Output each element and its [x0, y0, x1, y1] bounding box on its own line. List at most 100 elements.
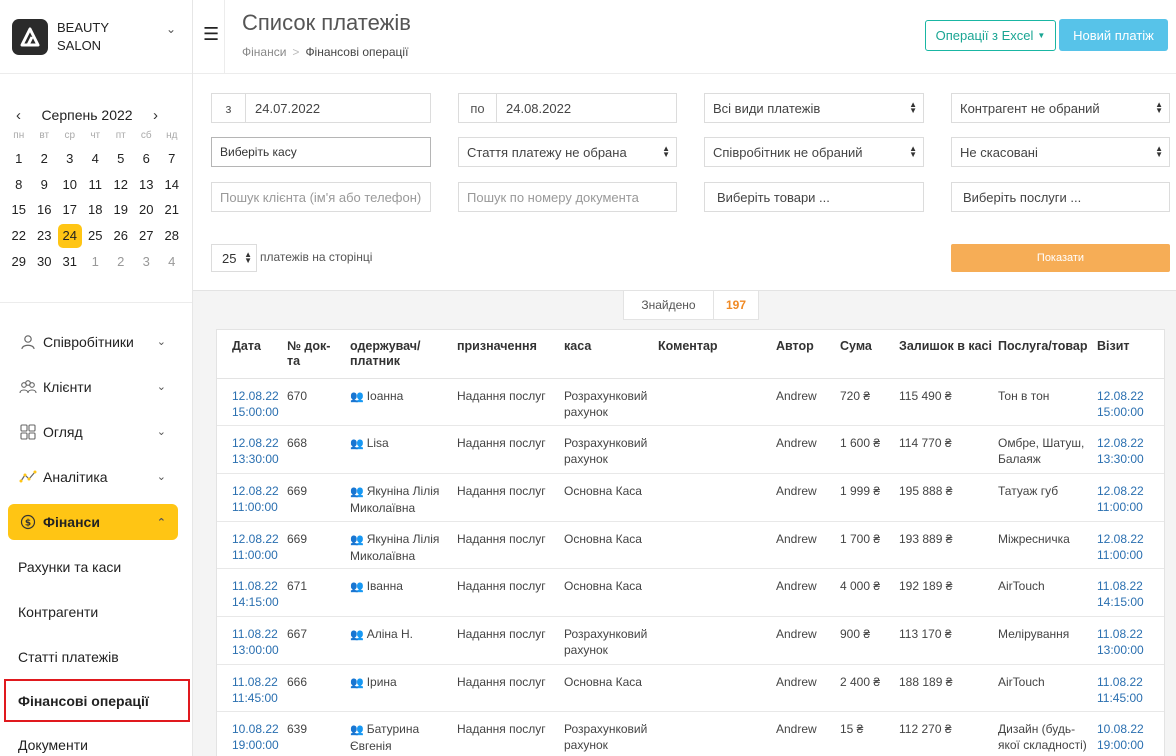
calendar-day[interactable]: 4: [159, 249, 185, 275]
services-select[interactable]: Виберіть послуги ...: [951, 182, 1170, 212]
calendar-day[interactable]: 3: [134, 249, 160, 275]
calendar-next-icon[interactable]: ›: [153, 107, 158, 124]
menu-item-clients[interactable]: Клієнти ⌄: [0, 364, 192, 409]
col-purpose[interactable]: призначення: [450, 330, 557, 379]
cell-visit[interactable]: 11.08.22 14:15:00: [1091, 568, 1164, 617]
calendar-day[interactable]: 6: [134, 146, 160, 172]
cell-visit[interactable]: 11.08.22 11:45:00: [1091, 664, 1164, 713]
calendar-day[interactable]: 5: [108, 146, 134, 172]
calendar-day[interactable]: 16: [32, 197, 58, 223]
show-button[interactable]: Показати: [951, 244, 1170, 272]
menu-item-finance[interactable]: $ Фінанси ⌃: [8, 504, 178, 540]
menu-toggle-icon[interactable]: ☰: [203, 24, 219, 45]
col-sum[interactable]: Сума: [834, 330, 893, 379]
cell-date[interactable]: 11.08.22 11:45:00: [217, 664, 278, 713]
calendar-day[interactable]: 10: [57, 172, 83, 198]
new-payment-button[interactable]: Новий платіж: [1059, 19, 1168, 51]
calendar-day[interactable]: 13: [134, 172, 160, 198]
calendar-day[interactable]: 4: [83, 146, 109, 172]
cashbox-select[interactable]: Виберіть касу: [211, 137, 431, 167]
menu-item-employees[interactable]: Співробітники ⌄: [0, 319, 192, 364]
calendar-day[interactable]: 27: [134, 223, 160, 249]
cell-visit[interactable]: 10.08.22 19:00:00: [1091, 711, 1164, 756]
col-payer[interactable]: одержувач/ платник: [335, 330, 450, 379]
menu-item-analytics[interactable]: Аналітика ⌄: [0, 454, 192, 499]
calendar-day[interactable]: 1: [6, 146, 32, 172]
table-row[interactable]: 10.08.22 19:00:00 639 👥 Батурина Євгенія Нада…: [217, 711, 1164, 756]
cell-visit[interactable]: 12.08.22 13:30:00: [1091, 425, 1164, 474]
cancelled-select[interactable]: Не скасовані ▲ ▼: [951, 137, 1170, 167]
col-balance[interactable]: Залишок в касі: [893, 330, 992, 379]
table-row[interactable]: 12.08.22 11:00:00 669 👥 Якуніна Лілія Микола…: [217, 473, 1164, 522]
chevron-down-icon[interactable]: ⌄: [166, 22, 176, 36]
client-search-input[interactable]: Пошук клієнта (ім'я або телефон): [211, 182, 431, 212]
cell-date[interactable]: 12.08.22 13:30:00: [217, 425, 279, 474]
employee-select[interactable]: Співробітник не обраний ▲ ▼: [704, 137, 924, 167]
col-service[interactable]: Послуга/товар: [992, 330, 1091, 379]
cell-date[interactable]: 12.08.22 11:00:00: [217, 521, 279, 570]
calendar-day[interactable]: 2: [32, 146, 58, 172]
calendar-prev-icon[interactable]: ‹: [16, 107, 21, 124]
submenu-articles[interactable]: Статті платежів: [0, 634, 192, 679]
calendar-day[interactable]: 14: [159, 172, 185, 198]
menu-item-overview[interactable]: Огляд ⌄: [0, 409, 192, 454]
calendar-day[interactable]: 19: [108, 197, 134, 223]
calendar-day[interactable]: 18: [83, 197, 109, 223]
payment-types-select[interactable]: Всі види платежів ▲ ▼: [704, 93, 924, 123]
calendar-day[interactable]: 30: [32, 249, 58, 275]
calendar-day[interactable]: 3: [57, 146, 83, 172]
table-row[interactable]: 12.08.22 13:30:00 668 👥 Lisa Надання послуг Ро…: [217, 425, 1164, 474]
calendar-day[interactable]: 2: [108, 249, 134, 275]
calendar-day[interactable]: 7: [159, 146, 185, 172]
calendar-day[interactable]: 20: [134, 197, 160, 223]
goods-select[interactable]: Виберіть товари ...: [704, 182, 924, 212]
cell-visit[interactable]: 12.08.22 11:00:00: [1091, 521, 1164, 570]
calendar-day[interactable]: 1: [83, 249, 109, 275]
submenu-documents[interactable]: Документи: [0, 722, 192, 756]
cell-date[interactable]: 11.08.22 13:00:00: [217, 616, 279, 665]
col-doc[interactable]: № док-та: [278, 330, 335, 379]
table-row[interactable]: 11.08.22 11:45:00 666 👥 Ірина Надання послуг О…: [217, 664, 1164, 713]
contractor-select[interactable]: Контрагент не обраний ▲ ▼: [951, 93, 1170, 123]
submenu-operations[interactable]: Фінансові операції: [4, 679, 190, 722]
calendar-day[interactable]: 24: [57, 223, 83, 249]
calendar-day[interactable]: 26: [108, 223, 134, 249]
calendar-day[interactable]: 28: [159, 223, 185, 249]
calendar-day[interactable]: 22: [6, 223, 32, 249]
cell-date[interactable]: 11.08.22 14:15:00: [217, 568, 279, 617]
table-row[interactable]: 11.08.22 13:00:00 667 👥 Аліна Н. Надання посл…: [217, 616, 1164, 665]
brand-switcher[interactable]: BEAUTY SALON ⌄: [0, 0, 192, 74]
cell-visit[interactable]: 11.08.22 13:00:00: [1091, 616, 1164, 665]
date-from-field[interactable]: з 24.07.2022: [211, 93, 431, 123]
calendar-day[interactable]: 29: [6, 249, 32, 275]
calendar-day[interactable]: 31: [57, 249, 83, 275]
col-visit[interactable]: Візит: [1091, 330, 1164, 379]
cell-date[interactable]: 12.08.22 15:00:00: [217, 378, 279, 427]
cell-visit[interactable]: 12.08.22 11:00:00: [1091, 473, 1164, 522]
table-row[interactable]: 12.08.22 11:00:00 669 👥 Якуніна Лілія Микола…: [217, 521, 1164, 570]
col-cashbox[interactable]: каса: [557, 330, 652, 379]
col-date[interactable]: Дата: [217, 330, 278, 379]
calendar-day[interactable]: 12: [108, 172, 134, 198]
article-select[interactable]: Стаття платежу не обрана ▲ ▼: [458, 137, 677, 167]
calendar-day[interactable]: 8: [6, 172, 32, 198]
calendar-day[interactable]: 15: [6, 197, 32, 223]
table-row[interactable]: 11.08.22 14:15:00 671 👥 Іванна Надання послуг…: [217, 568, 1164, 617]
calendar-day[interactable]: 21: [159, 197, 185, 223]
per-page-select[interactable]: 25 ▲ ▼: [211, 244, 257, 272]
calendar-day[interactable]: 17: [57, 197, 83, 223]
col-author[interactable]: Автор: [770, 330, 834, 379]
excel-operations-button[interactable]: Операції з Excel ▼: [925, 20, 1056, 51]
submenu-accounts[interactable]: Рахунки та каси: [0, 544, 192, 589]
col-comment[interactable]: Коментар: [652, 330, 770, 379]
calendar-day[interactable]: 23: [32, 223, 58, 249]
calendar-day[interactable]: 11: [83, 172, 109, 198]
calendar-day[interactable]: 25: [83, 223, 109, 249]
table-row[interactable]: 12.08.22 15:00:00 670 👥 Іоанна Надання послуг…: [217, 378, 1164, 427]
date-to-field[interactable]: по 24.08.2022: [458, 93, 677, 123]
calendar-day[interactable]: 9: [32, 172, 58, 198]
cell-date[interactable]: 12.08.22 11:00:00: [217, 473, 279, 522]
cell-date[interactable]: 10.08.22 19:00:00: [217, 711, 279, 756]
document-search-input[interactable]: Пошук по номеру документа: [458, 182, 677, 212]
submenu-contractors[interactable]: Контрагенти: [0, 589, 192, 634]
